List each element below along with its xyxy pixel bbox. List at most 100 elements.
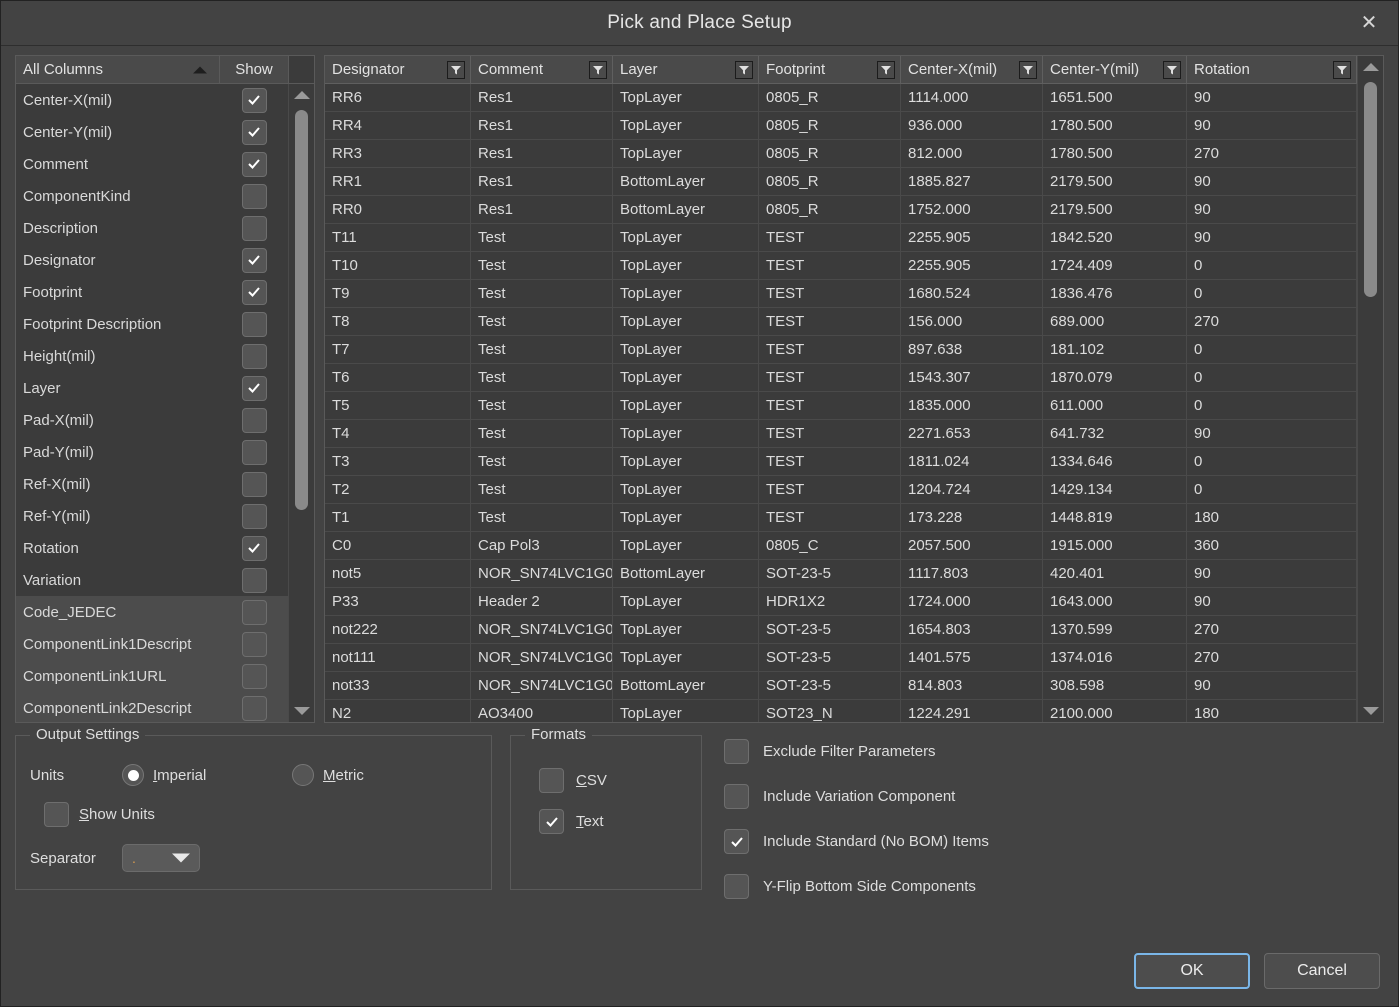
column-show-checkbox[interactable]: [241, 279, 267, 305]
column-show-checkbox[interactable]: [241, 183, 267, 209]
column-list-item[interactable]: Pad-X(mil): [16, 404, 288, 436]
table-row[interactable]: RR4 Res1 TopLayer 0805_R 936.000 1780.500 90: [325, 112, 1357, 140]
column-show-checkbox[interactable]: [241, 375, 267, 401]
option-checkbox[interactable]: [724, 739, 749, 764]
column-list-item[interactable]: ComponentLink1Descript: [16, 628, 288, 660]
filter-icon[interactable]: [877, 60, 895, 79]
column-show-checkbox[interactable]: [241, 503, 267, 529]
table-scroll-thumb[interactable]: [1364, 82, 1377, 297]
table-row[interactable]: RR0 Res1 BottomLayer 0805_R 1752.000 2179.500…: [325, 196, 1357, 224]
column-show-cell[interactable]: [220, 503, 288, 529]
column-show-cell[interactable]: [220, 183, 288, 209]
column-show-checkbox[interactable]: [241, 343, 267, 369]
table-row[interactable]: RR6 Res1 TopLayer 0805_R 1114.000 1651.500 90: [325, 84, 1357, 112]
option-row[interactable]: Include Standard (No BOM) Items: [724, 829, 1384, 854]
show-units-checkbox[interactable]: [44, 802, 69, 827]
filter-icon[interactable]: [447, 60, 465, 79]
column-show-cell[interactable]: [220, 119, 288, 145]
column-show-checkbox[interactable]: [241, 599, 267, 625]
column-list-item[interactable]: ComponentLink1URL: [16, 660, 288, 692]
filter-icon[interactable]: [589, 60, 607, 79]
column-list-item[interactable]: ComponentLink2Descript: [16, 692, 288, 722]
column-list-scroll-track[interactable]: [289, 106, 314, 700]
column-list-scrollbar[interactable]: [288, 84, 314, 722]
scroll-up-icon[interactable]: [293, 84, 310, 106]
table-row[interactable]: T6 Test TopLayer TEST 1543.307 1870.079 0: [325, 364, 1357, 392]
column-list-item[interactable]: Layer: [16, 372, 288, 404]
table-row[interactable]: T11 Test TopLayer TEST 2255.905 1842.520 90: [325, 224, 1357, 252]
table-row[interactable]: not111 NOR_SN74LVC1G0 TopLayer SOT-23-5 1401…: [325, 644, 1357, 672]
column-show-cell[interactable]: [220, 343, 288, 369]
option-row[interactable]: Y-Flip Bottom Side Components: [724, 874, 1384, 899]
table-column-header[interactable]: Designator: [325, 56, 471, 84]
column-show-cell[interactable]: [220, 695, 288, 721]
table-row[interactable]: T8 Test TopLayer TEST 156.000 689.000 270: [325, 308, 1357, 336]
all-columns-header-cell[interactable]: All Columns: [16, 56, 220, 83]
table-row[interactable]: not33 NOR_SN74LVC1G0 BottomLayer SOT-23-5 81…: [325, 672, 1357, 700]
filter-icon[interactable]: [1019, 60, 1037, 79]
table-row[interactable]: C0 Cap Pol3 TopLayer 0805_C 2057.500 1915.000…: [325, 532, 1357, 560]
table-row[interactable]: N2 AO3400 TopLayer SOT23_N 1224.291 2100.000 1…: [325, 700, 1357, 722]
table-column-header[interactable]: Center-Y(mil): [1043, 56, 1187, 84]
column-show-checkbox[interactable]: [241, 631, 267, 657]
column-show-cell[interactable]: [220, 407, 288, 433]
column-show-checkbox[interactable]: [241, 151, 267, 177]
filter-icon[interactable]: [1163, 60, 1181, 79]
column-show-checkbox[interactable]: [241, 247, 267, 273]
column-show-checkbox[interactable]: [241, 471, 267, 497]
scroll-up-icon[interactable]: [1362, 56, 1379, 78]
table-scroll-track[interactable]: [1358, 78, 1383, 700]
option-row[interactable]: Include Variation Component: [724, 784, 1384, 809]
column-show-cell[interactable]: [220, 279, 288, 305]
table-row[interactable]: T4 Test TopLayer TEST 2271.653 641.732 90: [325, 420, 1357, 448]
column-show-cell[interactable]: [220, 631, 288, 657]
table-row[interactable]: T2 Test TopLayer TEST 1204.724 1429.134 0: [325, 476, 1357, 504]
option-checkbox[interactable]: [724, 829, 749, 854]
column-show-cell[interactable]: [220, 471, 288, 497]
table-row[interactable]: T9 Test TopLayer TEST 1680.524 1836.476 0: [325, 280, 1357, 308]
column-show-cell[interactable]: [220, 375, 288, 401]
column-list-item[interactable]: Center-X(mil): [16, 84, 288, 116]
cancel-button[interactable]: Cancel: [1264, 953, 1380, 989]
table-row[interactable]: T7 Test TopLayer TEST 897.638 181.102 0: [325, 336, 1357, 364]
table-row[interactable]: not5 NOR_SN74LVC1G0 BottomLayer SOT-23-5 111…: [325, 560, 1357, 588]
column-show-cell[interactable]: [220, 439, 288, 465]
column-list-item[interactable]: Height(mil): [16, 340, 288, 372]
column-show-checkbox[interactable]: [241, 407, 267, 433]
option-checkbox[interactable]: [724, 874, 749, 899]
table-scrollbar[interactable]: [1357, 56, 1383, 722]
column-show-cell[interactable]: [220, 87, 288, 113]
table-row[interactable]: RR1 Res1 BottomLayer 0805_R 1885.827 2179.500…: [325, 168, 1357, 196]
column-list-item[interactable]: Footprint Description: [16, 308, 288, 340]
column-list-item[interactable]: ComponentKind: [16, 180, 288, 212]
close-icon[interactable]: ✕: [1350, 7, 1388, 39]
units-metric-radio[interactable]: Metric: [292, 764, 364, 786]
column-list-item[interactable]: Variation: [16, 564, 288, 596]
text-checkbox[interactable]: [539, 809, 564, 834]
table-row[interactable]: RR3 Res1 TopLayer 0805_R 812.000 1780.500 270: [325, 140, 1357, 168]
show-units-row[interactable]: Show Units: [30, 802, 477, 827]
table-row[interactable]: T1 Test TopLayer TEST 173.228 1448.819 180: [325, 504, 1357, 532]
separator-dropdown[interactable]: .: [122, 844, 200, 872]
scroll-down-icon[interactable]: [1362, 700, 1379, 722]
table-row[interactable]: T5 Test TopLayer TEST 1835.000 611.000 0: [325, 392, 1357, 420]
column-show-checkbox[interactable]: [241, 663, 267, 689]
table-column-header[interactable]: Footprint: [759, 56, 901, 84]
column-show-checkbox[interactable]: [241, 311, 267, 337]
column-show-checkbox[interactable]: [241, 215, 267, 241]
column-list-item[interactable]: Designator: [16, 244, 288, 276]
column-show-checkbox[interactable]: [241, 439, 267, 465]
table-column-header[interactable]: Center-X(mil): [901, 56, 1043, 84]
column-list-item[interactable]: Pad-Y(mil): [16, 436, 288, 468]
column-show-checkbox[interactable]: [241, 119, 267, 145]
column-show-checkbox[interactable]: [241, 535, 267, 561]
column-list-item[interactable]: Ref-X(mil): [16, 468, 288, 500]
column-show-cell[interactable]: [220, 215, 288, 241]
table-row[interactable]: not222 NOR_SN74LVC1G0 TopLayer SOT-23-5 1654…: [325, 616, 1357, 644]
table-row[interactable]: T3 Test TopLayer TEST 1811.024 1334.646 0: [325, 448, 1357, 476]
column-list-item[interactable]: Comment: [16, 148, 288, 180]
format-csv-row[interactable]: CSV: [539, 768, 687, 793]
table-body[interactable]: RR6 Res1 TopLayer 0805_R 1114.000 1651.500 90 R…: [325, 84, 1357, 722]
column-list-scroll-thumb[interactable]: [295, 110, 308, 510]
column-list-item[interactable]: Description: [16, 212, 288, 244]
